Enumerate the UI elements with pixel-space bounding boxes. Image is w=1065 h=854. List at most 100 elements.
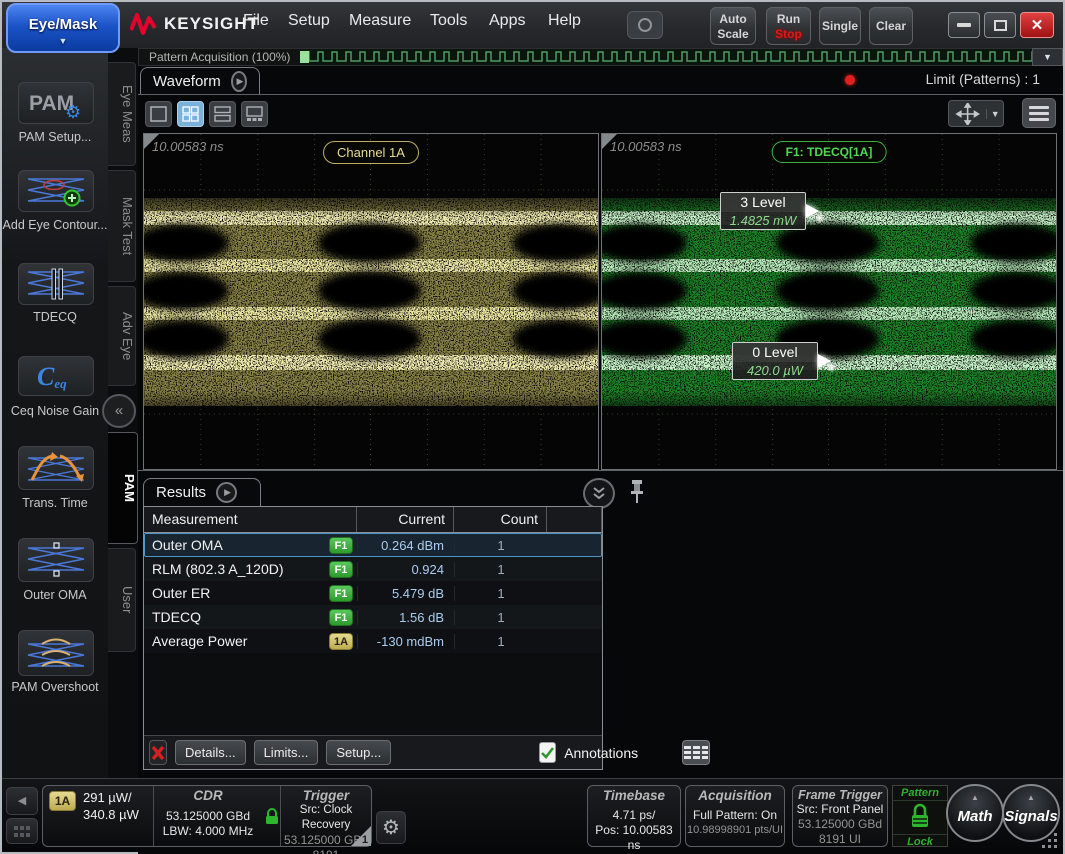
menu-apps[interactable]: Apps [489, 12, 525, 30]
status-strip [138, 66, 1063, 94]
annotation-0-level[interactable]: 0 Level 420.0 µW [732, 342, 818, 380]
minimize-button[interactable] [948, 12, 980, 38]
acquisition-panel[interactable]: Acquisition Full Pattern: On 10.98998901… [685, 785, 785, 847]
sidebar-item-outer-oma[interactable] [18, 538, 94, 582]
math-button[interactable]: ▲ Math [946, 784, 1004, 842]
layout-thumbnails-button[interactable] [241, 101, 268, 127]
results-layout-button[interactable] [682, 740, 710, 765]
tab-pam[interactable]: PAM [108, 432, 138, 544]
display-menu-button[interactable] [1022, 98, 1056, 128]
annotations-checkbox[interactable] [539, 742, 556, 763]
signals-label: Signals [1004, 808, 1058, 825]
limit-status-dot-icon [845, 75, 855, 85]
timebase-position: Pos: 10.00583 ns [588, 823, 680, 853]
play-icon[interactable]: ▶ [231, 71, 247, 92]
layout-grid-button[interactable] [177, 101, 204, 127]
menu-file[interactable]: File [243, 12, 269, 30]
sidebar-item-ceq-noise-gain[interactable]: Ceq [18, 356, 94, 396]
tab-waveform[interactable]: Waveform ▶ [140, 67, 260, 94]
menu-measure[interactable]: Measure [349, 12, 411, 30]
limits-button[interactable]: Limits... [254, 740, 319, 765]
screenshot-camera-button[interactable] [627, 11, 663, 39]
single-button[interactable]: Single [819, 7, 861, 45]
run-stop-button[interactable]: Run Stop [766, 7, 811, 45]
delete-measurement-button[interactable] [149, 740, 167, 765]
table-row-tdecq[interactable]: TDECQ F1 1.56 dB 1 [144, 605, 602, 629]
details-button[interactable]: Details... [175, 740, 246, 765]
double-chevron-down-icon [591, 486, 607, 502]
timestamp: 10.00583 ns [610, 139, 682, 154]
results-tab-label: Results [156, 484, 206, 501]
play-icon[interactable]: ▶ [216, 482, 237, 503]
maximize-button[interactable] [984, 12, 1016, 38]
close-button[interactable]: ✕ [1020, 12, 1054, 38]
auto-scale-button[interactable]: Auto Scale [710, 7, 756, 45]
cdr-section[interactable]: CDR 53.125000 GBd LBW: 4.000 MHz [154, 786, 262, 839]
menu-tools[interactable]: Tools [430, 12, 467, 30]
source-label-f1-tdecq[interactable]: F1: TDECQ[1A] [772, 141, 887, 163]
pan-tool-button[interactable]: ▼ [948, 100, 1004, 127]
auto-scale-label-2: Scale [717, 27, 748, 41]
acquisition-mode: Full Pattern: On [686, 808, 784, 823]
clear-button[interactable]: Clear [869, 7, 913, 45]
table-row-average-power[interactable]: Average Power 1A -130 mdBm 1 [144, 629, 602, 653]
sidebar-item-tdecq[interactable] [18, 263, 94, 305]
table-row-outer-er[interactable]: Outer ER F1 5.479 dB 1 [144, 581, 602, 605]
tab-results[interactable]: Results ▶ [143, 478, 261, 506]
status-bar: ◀ 1A 291 µW/ 340.8 µW CDR 53.125000 GBd … [2, 778, 1063, 852]
graticule-f1-tdecq[interactable]: 10.00583 ns F1: TDECQ[1A] 3 Level 1.4825… [601, 133, 1057, 470]
pattern-lock-bottom-label: Lock [893, 834, 947, 849]
column-current[interactable]: Current [357, 507, 454, 532]
layout-rows-button[interactable] [209, 101, 236, 127]
graticule-channel-1a[interactable]: 10.00583 ns Channel 1A [143, 133, 599, 470]
layout-single-icon [150, 106, 167, 122]
menu-setup[interactable]: Setup [288, 12, 330, 30]
menu-help[interactable]: Help [548, 12, 581, 30]
signal-status-panel[interactable]: 1A 291 µW/ 340.8 µW CDR 53.125000 GBd LB… [42, 785, 372, 847]
tab-eye-meas[interactable]: Eye Meas [108, 62, 136, 166]
move-cross-icon [949, 103, 986, 125]
annotation-title: 0 Level [733, 343, 817, 362]
clear-label: Clear [876, 19, 906, 33]
sidebar-item-trans-time[interactable] [18, 446, 94, 490]
collapse-sidebar-button[interactable]: « [102, 394, 136, 428]
pattern-lock-top-label: Pattern [893, 786, 947, 801]
pattern-bar-dropdown-button[interactable]: ▼ [1032, 48, 1063, 66]
pam-setup-icon: PAM ⚙ [25, 86, 87, 120]
pan-tool-dropdown[interactable]: ▼ [986, 109, 1003, 119]
frame-trigger-source: Src: Front Panel [793, 802, 887, 817]
scroll-left-button[interactable]: ◀ [6, 787, 38, 815]
timebase-title: Timebase [588, 788, 680, 803]
settings-button[interactable]: ⚙ [376, 811, 406, 844]
resize-grip-icon[interactable] [1041, 833, 1059, 849]
minimize-icon [957, 23, 971, 27]
table-grid-icon [683, 745, 709, 761]
frame-trigger-title: Frame Trigger [793, 788, 887, 802]
tab-adv-eye[interactable]: Adv Eye [108, 286, 136, 386]
tab-user[interactable]: User [108, 548, 136, 652]
collapse-results-button[interactable] [583, 478, 615, 509]
sidebar-item-pam-overshoot[interactable] [18, 630, 94, 676]
column-count[interactable]: Count [454, 507, 547, 532]
timebase-panel[interactable]: Timebase 4.71 ps/ Pos: 10.00583 ns [587, 785, 681, 847]
measurement-name: Average Power [144, 633, 329, 649]
pin-results-button[interactable] [628, 478, 646, 504]
layout-single-button[interactable] [145, 101, 172, 127]
results-button-row: Details... Limits... Setup... Annotation… [144, 735, 602, 769]
tab-mask-test[interactable]: Mask Test [108, 170, 136, 282]
setup-button[interactable]: Setup... [326, 740, 391, 765]
source-label-channel-1a[interactable]: Channel 1A [323, 141, 419, 164]
mode-selector-button[interactable]: Eye/Mask ▼ [6, 3, 120, 53]
sidebar-item-add-eye-contour[interactable] [18, 170, 94, 212]
panel-grid-button[interactable] [6, 818, 38, 844]
table-row-outer-oma[interactable]: Outer OMA F1 0.264 dBm 1 [144, 533, 602, 557]
annotation-3-level[interactable]: 3 Level 1.4825 mW [720, 192, 806, 230]
source-badge-f1: F1 [329, 537, 353, 554]
layout-rows-icon [214, 106, 231, 122]
table-row-rlm[interactable]: RLM (802.3 A_120D) F1 0.924 1 [144, 557, 602, 581]
column-measurement[interactable]: Measurement [144, 507, 357, 532]
pattern-waveform-icon [300, 49, 1040, 65]
sidebar-item-pam-setup[interactable]: PAM ⚙ [18, 82, 94, 124]
pattern-lock-indicator[interactable]: Pattern Lock [892, 785, 948, 847]
frame-trigger-panel[interactable]: Frame Trigger Src: Front Panel 53.125000… [792, 785, 888, 847]
